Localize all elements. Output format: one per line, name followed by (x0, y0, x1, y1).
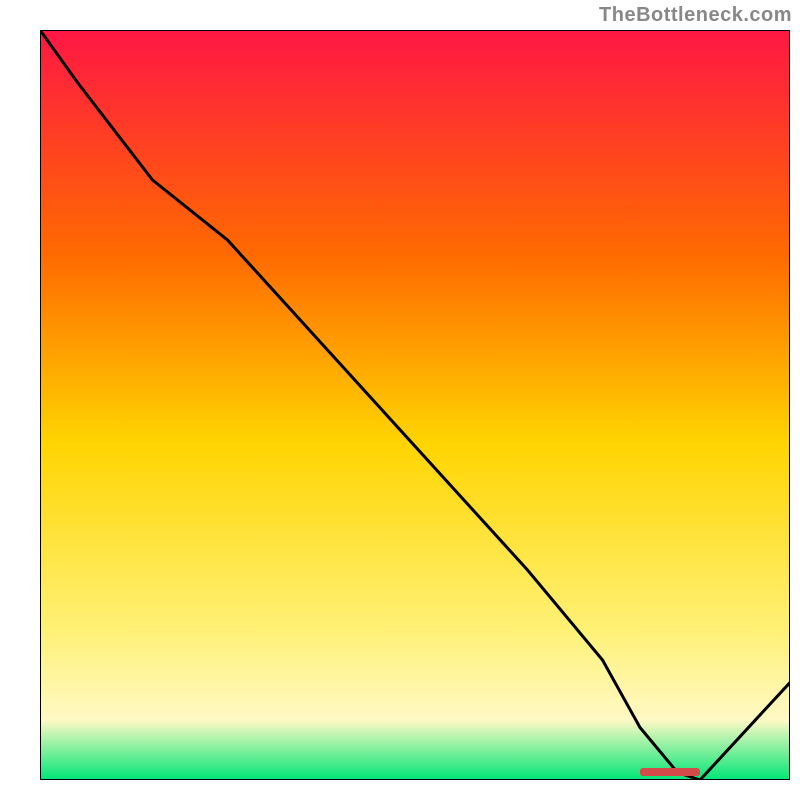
bottleneck-chart (40, 30, 790, 780)
attribution-text: TheBottleneck.com (599, 4, 792, 27)
gradient-background (40, 30, 790, 780)
optimum-marker (640, 768, 700, 776)
chart-svg (40, 30, 790, 780)
